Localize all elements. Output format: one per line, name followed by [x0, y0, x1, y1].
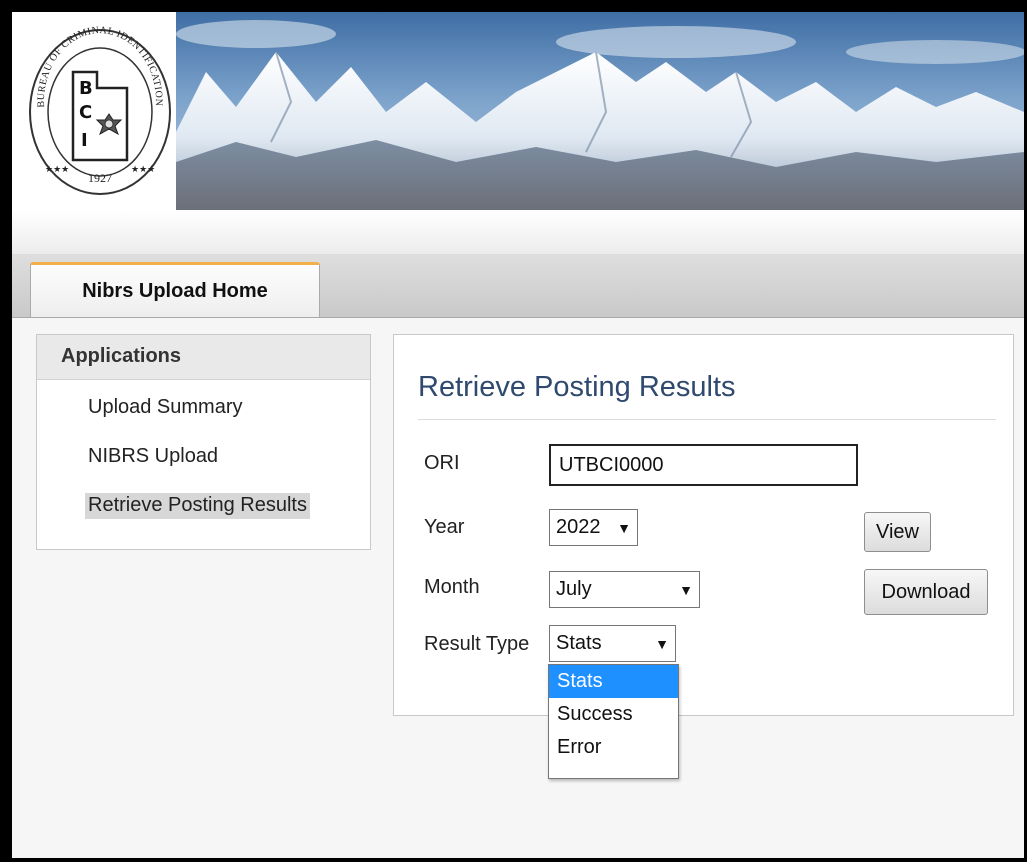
month-select[interactable]: July ▼ — [549, 571, 700, 608]
option-stats[interactable]: Stats — [549, 665, 678, 698]
tab-strip: Nibrs Upload Home — [12, 255, 1024, 318]
title-divider — [418, 419, 996, 420]
svg-text:B: B — [79, 78, 93, 99]
page-title: Retrieve Posting Results — [418, 371, 736, 403]
chevron-down-icon: ▼ — [617, 519, 631, 536]
option-error[interactable]: Error — [549, 731, 678, 764]
year-select[interactable]: 2022 ▼ — [549, 509, 638, 546]
svg-text:C: C — [79, 102, 92, 123]
result-type-dropdown-list: Stats Success Error — [548, 664, 679, 779]
month-label: Month — [424, 576, 480, 598]
applications-sidebar: Applications Upload Summary NIBRS Upload… — [36, 334, 371, 550]
ori-input[interactable] — [549, 444, 858, 486]
header-subbar — [12, 210, 1024, 255]
year-select-value: 2022 — [556, 516, 601, 538]
sidebar-title: Applications — [37, 335, 370, 380]
browser-frame: BUREAU OF CRIMINAL IDENTIFICATION B C I … — [0, 0, 1027, 862]
retrieve-results-panel: Retrieve Posting Results ORI Year 2022 ▼… — [393, 334, 1014, 716]
chevron-down-icon: ▼ — [655, 635, 669, 652]
download-button[interactable]: Download — [864, 569, 988, 615]
header-banner: BUREAU OF CRIMINAL IDENTIFICATION B C I … — [12, 12, 1024, 210]
year-label: Year — [424, 516, 465, 538]
result-type-select[interactable]: Stats ▼ — [549, 625, 676, 662]
tab-nibrs-upload-home[interactable]: Nibrs Upload Home — [30, 262, 320, 317]
view-button[interactable]: View — [864, 512, 931, 552]
ori-label: ORI — [424, 452, 460, 474]
sidebar-item-retrieve-posting-results[interactable]: Retrieve Posting Results — [85, 493, 310, 519]
svg-text:★★★: ★★★ — [131, 165, 155, 175]
option-success[interactable]: Success — [549, 698, 678, 731]
svg-text:★★★: ★★★ — [45, 165, 69, 175]
chevron-down-icon: ▼ — [679, 581, 693, 598]
month-select-value: July — [556, 578, 592, 600]
result-type-label: Result Type — [424, 633, 530, 655]
result-type-select-value: Stats — [556, 632, 602, 654]
logo-container: BUREAU OF CRIMINAL IDENTIFICATION B C I … — [12, 12, 176, 210]
mountain-banner-image — [176, 12, 1024, 210]
svg-text:I: I — [81, 130, 88, 151]
sidebar-item-nibrs-upload[interactable]: NIBRS Upload — [85, 444, 221, 470]
bci-seal-logo: BUREAU OF CRIMINAL IDENTIFICATION B C I … — [29, 25, 171, 195]
svg-text:1927: 1927 — [88, 171, 112, 185]
tab-label: Nibrs Upload Home — [82, 279, 268, 302]
sidebar-item-upload-summary[interactable]: Upload Summary — [85, 395, 246, 421]
